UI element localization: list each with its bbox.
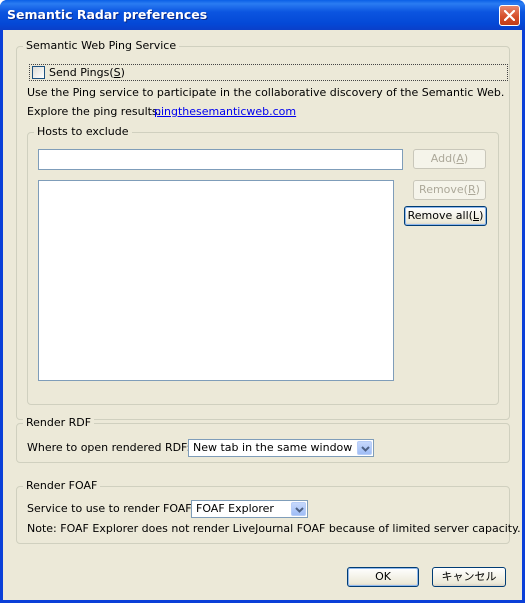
- remove-all-button[interactable]: Remove all(L): [404, 206, 487, 226]
- rdf-dropdown-button[interactable]: [357, 441, 372, 455]
- ping-description: Use the Ping service to participate in t…: [27, 86, 505, 99]
- render-foaf-legend: Render FOAF: [23, 479, 101, 492]
- remove-button[interactable]: Remove(R): [413, 180, 486, 200]
- preferences-window: Semantic Radar preferences Semantic Web …: [0, 0, 525, 603]
- cancel-button[interactable]: キャンセル: [432, 567, 506, 587]
- excluded-hosts-list[interactable]: [38, 180, 394, 381]
- send-pings-label[interactable]: Send Pings(S): [49, 66, 125, 79]
- explore-link[interactable]: pingthesemanticweb.com: [154, 105, 296, 118]
- rdf-open-value: New tab in the same window: [193, 441, 353, 454]
- foaf-dropdown-button[interactable]: [291, 502, 306, 516]
- foaf-service-label: Service to use to render FOAF:: [27, 502, 195, 515]
- host-input[interactable]: [38, 149, 403, 170]
- hosts-exclude-group: Hosts to exclude Add(A) Remove(R) Remove…: [27, 125, 499, 405]
- foaf-note: Note: FOAF Explorer does not render Live…: [27, 522, 521, 535]
- explore-label: Explore the ping results:: [27, 105, 162, 118]
- close-button[interactable]: [499, 5, 520, 26]
- chevron-down-icon: [361, 446, 370, 452]
- rdf-open-label: Where to open rendered RDF:: [27, 441, 191, 454]
- title-bar[interactable]: Semantic Radar preferences: [0, 0, 525, 30]
- render-rdf-legend: Render RDF: [23, 416, 95, 429]
- send-pings-checkbox[interactable]: [32, 66, 45, 79]
- foaf-service-select[interactable]: FOAF Explorer: [191, 500, 308, 518]
- ping-service-legend: Semantic Web Ping Service: [23, 39, 180, 52]
- dialog-body: Semantic Web Ping Service Send Pings(S) …: [3, 30, 522, 600]
- ping-service-group: Semantic Web Ping Service Send Pings(S) …: [16, 39, 510, 420]
- rdf-open-select[interactable]: New tab in the same window: [188, 439, 374, 457]
- window-title: Semantic Radar preferences: [7, 7, 208, 22]
- foaf-service-value: FOAF Explorer: [196, 502, 274, 515]
- render-rdf-group: Render RDF Where to open rendered RDF: N…: [16, 416, 510, 463]
- send-pings-row[interactable]: Send Pings(S): [29, 64, 508, 81]
- render-foaf-group: Render FOAF Service to use to render FOA…: [16, 479, 521, 544]
- ok-button[interactable]: OK: [347, 567, 419, 587]
- add-button[interactable]: Add(A): [413, 149, 486, 169]
- chevron-down-icon: [295, 507, 304, 513]
- hosts-exclude-legend: Hosts to exclude: [34, 125, 132, 138]
- close-icon: [504, 10, 515, 21]
